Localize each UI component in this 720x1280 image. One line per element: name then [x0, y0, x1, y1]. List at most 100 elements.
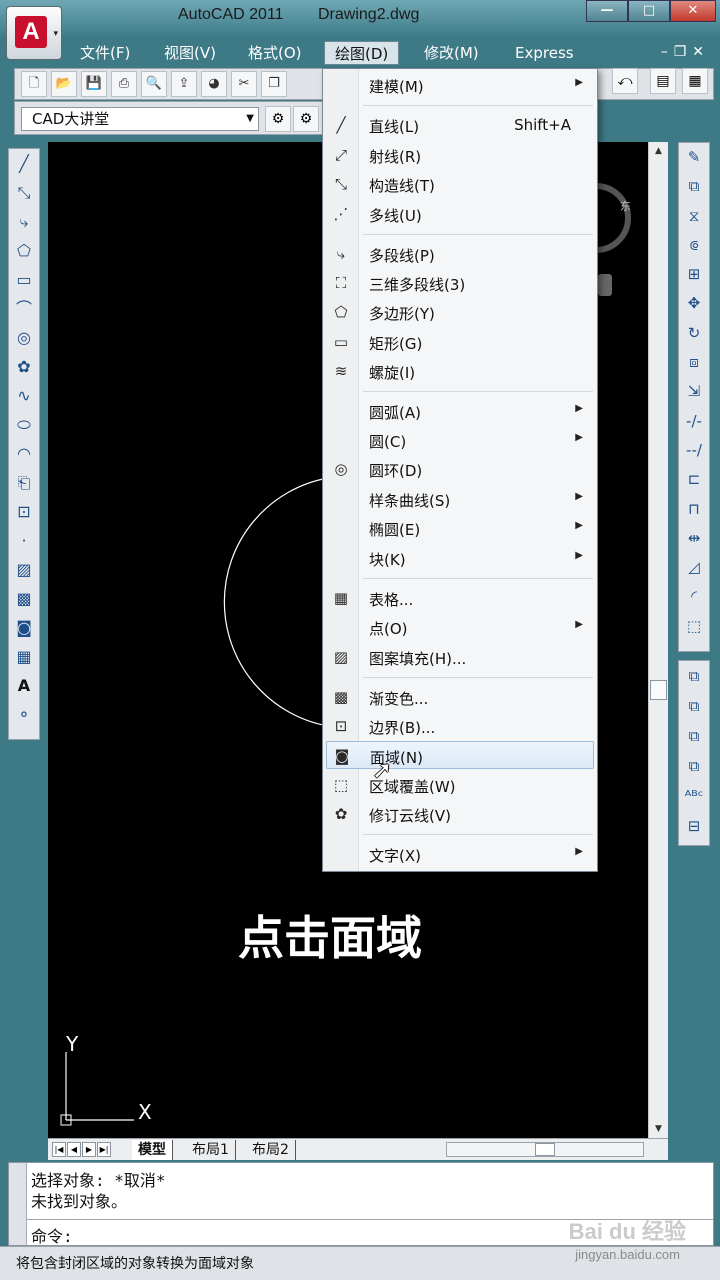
menu-item-helix[interactable]: ≋ 螺旋(I)	[323, 357, 597, 385]
copy-object-icon[interactable]: ⧉	[679, 172, 709, 201]
menu-item-region[interactable]: ◙ 面域(N)	[326, 741, 594, 769]
tab-model[interactable]: 模型	[132, 1140, 173, 1160]
make-block-icon[interactable]: ⊡	[9, 497, 39, 526]
mirror-icon[interactable]: ⧖	[679, 202, 709, 231]
point-icon[interactable]: ·	[9, 526, 39, 555]
next-tab-icon[interactable]: ▶	[82, 1142, 96, 1157]
menu-item-mline[interactable]: ⋰ 多线(U)	[323, 200, 597, 228]
properties-icon[interactable]: ▤	[650, 68, 676, 94]
move-icon[interactable]: ✥	[679, 289, 709, 318]
polyline-icon[interactable]: ⤷	[9, 207, 39, 236]
menu-express[interactable]: Express	[505, 41, 584, 65]
menu-item-3dpoly[interactable]: ⛶ 三维多段线(3)	[323, 269, 597, 297]
publish-icon[interactable]: ⇪	[171, 71, 197, 97]
menu-item-ellipse[interactable]: 椭圆(E) ▶	[323, 514, 597, 542]
hatch-icon[interactable]: ▨	[9, 555, 39, 584]
join-icon[interactable]: ⇹	[679, 524, 709, 553]
ellipse-icon[interactable]: ⬭	[9, 410, 39, 439]
scale-icon[interactable]: ⧈	[679, 348, 709, 377]
new-icon[interactable]: 🗋	[21, 71, 47, 97]
arc-icon[interactable]: ⌒	[9, 294, 39, 323]
offset-icon[interactable]: ⟃	[679, 231, 709, 260]
menu-draw[interactable]: 绘图(D)	[324, 41, 400, 65]
menu-item-wipeout[interactable]: ⬚ 区域覆盖(W)	[323, 771, 597, 799]
extend-icon[interactable]: --/	[679, 436, 709, 465]
vertical-scrollbar[interactable]: ▲ ▼	[648, 142, 668, 1138]
menu-item-rectangle[interactable]: ▭ 矩形(G)	[323, 328, 597, 356]
rotate-icon[interactable]: ↻	[679, 319, 709, 348]
insert-block-icon[interactable]: ⎗	[9, 468, 39, 497]
menu-item-revcloud[interactable]: ✿ 修订云线(V)	[323, 800, 597, 828]
gradient-icon[interactable]: ▩	[9, 584, 39, 613]
menu-item-table[interactable]: ▦ 表格...	[323, 584, 597, 612]
menu-item-circle[interactable]: 圆(C) ▶	[323, 426, 597, 454]
mtext-icon[interactable]: A	[9, 671, 39, 700]
send-to-back-icon[interactable]: ⧉	[679, 691, 709, 721]
spline-icon[interactable]: ∿	[9, 381, 39, 410]
menu-file[interactable]: 文件(F)	[70, 41, 140, 65]
menu-item-donut[interactable]: ◎ 圆环(D)	[323, 455, 597, 483]
print-icon[interactable]: ⎙	[111, 71, 137, 97]
break-at-point-icon[interactable]: ⊏	[679, 465, 709, 494]
menu-item-xline[interactable]: ⤡ 构造线(T)	[323, 170, 597, 198]
menu-item-spline[interactable]: 样条曲线(S) ▶	[323, 485, 597, 513]
prev-tab-icon[interactable]: ◀	[67, 1142, 81, 1157]
explode-icon[interactable]: ⬚	[679, 612, 709, 641]
construction-line-icon[interactable]: ⤡	[9, 178, 39, 207]
preview-icon[interactable]: 🔍	[141, 71, 167, 97]
workspace-select[interactable]: CAD大讲堂 ▼	[21, 107, 259, 131]
design-center-icon[interactable]: ▦	[682, 68, 708, 94]
gear-icon[interactable]: ⚙	[265, 106, 291, 132]
table-icon[interactable]: ▦	[9, 642, 39, 671]
menu-item-polygon[interactable]: ⬠ 多边形(Y)	[323, 298, 597, 326]
zoom-previous-icon[interactable]: ⤺	[612, 68, 638, 94]
menu-item-polyline[interactable]: ⤷ 多段线(P)	[323, 240, 597, 268]
fillet-icon[interactable]: ◜	[679, 582, 709, 611]
scrollbar-thumb[interactable]	[650, 680, 667, 700]
erase-icon[interactable]: ✎	[679, 143, 709, 172]
minimize-button[interactable]: —	[586, 0, 628, 22]
array-icon[interactable]: ⊞	[679, 260, 709, 289]
hscroll-thumb[interactable]	[535, 1143, 555, 1156]
menu-item-block[interactable]: 块(K) ▶	[323, 544, 597, 572]
stretch-icon[interactable]: ⇲	[679, 377, 709, 406]
rectangle-icon[interactable]: ▭	[9, 265, 39, 294]
scroll-down-icon[interactable]: ▼	[649, 1124, 668, 1134]
menu-item-gradient[interactable]: ▩ 渐变色...	[323, 683, 597, 711]
menu-item-point[interactable]: 点(O) ▶	[323, 613, 597, 641]
copy-icon[interactable]: ❐	[261, 71, 287, 97]
break-icon[interactable]: ⊓	[679, 495, 709, 524]
circle-entity[interactable]	[223, 477, 329, 727]
menu-item-boundary[interactable]: ⊡ 边界(B)...	[323, 712, 597, 740]
mdi-window-controls[interactable]: –❐✕	[661, 44, 710, 60]
menu-item-text[interactable]: 文字(X) ▶	[323, 840, 597, 868]
maximize-button[interactable]: □	[628, 0, 670, 22]
hatch-to-back-icon[interactable]: ⊟	[679, 811, 709, 841]
open-icon[interactable]: 📂	[51, 71, 77, 97]
send-under-icon[interactable]: ⧉	[679, 751, 709, 781]
last-tab-icon[interactable]: ▶|	[97, 1142, 111, 1157]
horizontal-scrollbar[interactable]	[446, 1142, 644, 1157]
line-icon[interactable]: ╱	[9, 149, 39, 178]
menu-item-modeling[interactable]: 建模(M) ▶	[323, 71, 597, 99]
menu-format[interactable]: 格式(O)	[238, 41, 312, 65]
save-icon[interactable]: 💾	[81, 71, 107, 97]
add-selected-icon[interactable]: ⚬	[9, 700, 39, 729]
scroll-up-icon[interactable]: ▲	[649, 146, 668, 156]
bring-to-front-icon[interactable]: ⧉	[679, 661, 709, 691]
menu-item-line[interactable]: ╱ 直线(L) Shift+A	[323, 111, 597, 139]
revision-cloud-icon[interactable]: ✿	[9, 352, 39, 381]
3d-icon[interactable]: ◕	[201, 71, 227, 97]
menu-item-ray[interactable]: ⤢ 射线(R)	[323, 141, 597, 169]
ellipse-arc-icon[interactable]: ◠	[9, 439, 39, 468]
close-button[interactable]: ✕	[670, 0, 716, 22]
polygon-icon[interactable]: ⬠	[9, 236, 39, 265]
tab-layout1[interactable]: 布局1	[186, 1140, 236, 1160]
text-to-front-icon[interactable]: ᴬᴮᶜ	[679, 781, 709, 811]
workspace-settings-icon[interactable]: ⚙	[293, 106, 319, 132]
cut-icon[interactable]: ✂	[231, 71, 257, 97]
circle-icon[interactable]: ◎	[9, 323, 39, 352]
menu-modify[interactable]: 修改(M)	[414, 41, 489, 65]
chamfer-icon[interactable]: ◿	[679, 553, 709, 582]
menu-item-arc[interactable]: 圆弧(A) ▶	[323, 397, 597, 425]
